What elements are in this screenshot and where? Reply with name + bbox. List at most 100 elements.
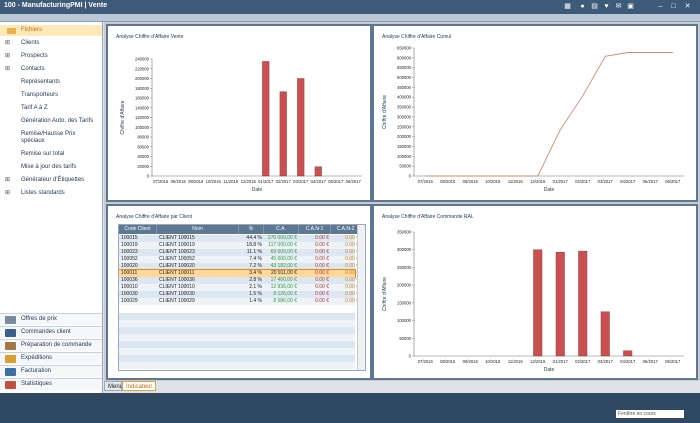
x-tick-label: 09/2016 — [463, 179, 479, 184]
table-row[interactable]: 100010 CLIENT 100010 2.1 % 12 936,00 € 0.00 … — [119, 284, 359, 291]
sidebar-item[interactable]: ⊞ Clients — [0, 38, 102, 49]
email-icon[interactable]: ✉ — [614, 2, 623, 11]
grid-icon[interactable]: ▦ — [563, 2, 572, 11]
grid-column-header[interactable]: % — [239, 225, 264, 234]
minimize-icon[interactable]: – — [656, 2, 665, 11]
table-cell: 0.00 € — [345, 235, 359, 241]
table-row[interactable]: 100036 CLIENT 100036 2.8 % 17 400,00 € 0.00 … — [119, 277, 359, 284]
x-tick-label: 07/2016 — [153, 179, 169, 184]
chart-ca-vente: 0 20000 40000 60000 80000 100000 120000 140000 1… — [120, 57, 362, 193]
x-tick-label: 02/2017 — [575, 359, 591, 364]
lock-icon[interactable]: ▣ — [626, 2, 635, 11]
eye-icon — [5, 316, 16, 324]
print-icon[interactable]: ▤ — [590, 2, 599, 11]
sidebar-item[interactable]: ⊞ Générateur d'Étiquettes — [0, 175, 102, 186]
table-row[interactable]: 100029 CLIENT 100029 1.4 % 8 586,00 € 0.00 €… — [119, 298, 359, 305]
table-cell: CLIENT 100020 — [159, 263, 195, 269]
sidebar-item[interactable]: Représentants — [0, 77, 102, 88]
x-tick-label: 03/2017 — [293, 179, 309, 184]
module-button[interactable]: Facturation — [0, 365, 102, 377]
sidebar-item[interactable]: Fichiers — [0, 25, 102, 36]
grid-column-header[interactable]: Code Client — [119, 225, 157, 234]
table-cell: 0.00 € — [315, 242, 329, 248]
panel-ca-client: Analyse Chiffre d'Affaire par Client Cod… — [106, 204, 372, 380]
table-cell: 0.00 € — [345, 284, 359, 290]
x-tick-label: 09/2016 — [188, 179, 204, 184]
module-button[interactable]: Commandes client — [0, 326, 102, 338]
expand-icon[interactable]: ⊞ — [5, 188, 10, 199]
module-button[interactable]: Offres de prix — [0, 313, 102, 325]
bar — [533, 249, 543, 357]
sidebar-item[interactable]: ⊞ Listes standards — [0, 188, 102, 199]
x-tick-label: 11/2016 — [508, 179, 523, 184]
expand-icon[interactable]: ⊞ — [5, 64, 10, 75]
tab-menu[interactable]: Menu — [104, 381, 123, 391]
table-row[interactable]: 100030 CLIENT 100030 1.5 % 9 126,00 € 0.00 €… — [119, 291, 359, 298]
table-row[interactable]: 100020 CLIENT 100020 7.2 % 43 182,00 € 0.00 … — [119, 263, 359, 270]
sidebar-item[interactable]: Génération Auto. des Tarifs — [0, 116, 102, 127]
sidebar-item[interactable]: ⊞ Prospects — [0, 51, 102, 62]
table-cell: 2.1 % — [249, 284, 262, 290]
sidebar-item[interactable]: Mise à jour des tarifs — [0, 162, 102, 173]
module-button[interactable]: Statistiques — [0, 378, 102, 390]
x-tick-label: 03/2017 — [598, 359, 614, 364]
table-cell: CLIENT 100030 — [159, 291, 195, 297]
grid-column-header[interactable]: Nom — [157, 225, 239, 234]
series-line — [425, 52, 673, 177]
table-row[interactable]: 100011 CLIENT 100011 3.4 % 20 911,00 € 0.00 … — [119, 269, 359, 278]
empty-row — [119, 362, 355, 369]
sidebar-item[interactable]: Remise sur total — [0, 149, 102, 160]
maximize-icon[interactable]: □ — [669, 2, 678, 11]
sidebar-item[interactable]: ⊞ Contacts — [0, 64, 102, 75]
x-axis-label: Date — [252, 187, 263, 193]
x-tick-label: 07/2016 — [418, 179, 434, 184]
table-row[interactable]: 100019 CLIENT 100019 18.8 % 117 000,00 € 0.0… — [119, 242, 359, 249]
grid-column-header[interactable]: C.A.N-1 — [299, 225, 331, 234]
expand-icon[interactable]: ⊞ — [5, 175, 10, 186]
grid-column-header[interactable]: C.A. — [264, 225, 299, 234]
expand-icon[interactable]: ⊞ — [5, 51, 10, 62]
y-tick-label: 500000 — [397, 75, 412, 80]
table-cell: 11.1 % — [246, 249, 262, 255]
empty-row — [119, 320, 355, 327]
x-tick-label: 04/2017 — [620, 179, 636, 184]
module-button[interactable]: Expéditions — [0, 352, 102, 364]
sidebar-item[interactable]: Remise/Hausse Prix spéciaux — [0, 130, 102, 147]
table-cell: 100019 — [121, 242, 138, 248]
y-tick-label: 80000 — [137, 135, 149, 140]
table-row[interactable]: 100052 CLIENT 100052 7.4 % 45 000,00 € 0.00 … — [119, 256, 359, 263]
heart-icon[interactable]: ♥ — [602, 2, 611, 11]
sidebar-item-label: Remise/Hausse Prix spéciaux — [21, 131, 76, 144]
table-cell: 8 586,00 € — [273, 298, 297, 304]
x-tick-label: 02/2017 — [575, 179, 591, 184]
table-cell: 20 911,00 € — [270, 270, 297, 276]
window-selector[interactable]: Fenêtre en cours — [616, 410, 684, 418]
dashboard: Analyse Chiffre d'Affaire Vente 0 20000 40… — [104, 22, 700, 381]
sidebar-item[interactable]: Transporteurs — [0, 90, 102, 101]
grid-scrollbar[interactable] — [357, 225, 365, 370]
module-button[interactable]: Préparation de commande — [0, 339, 102, 351]
sidebar-item[interactable]: Tarif A à Z — [0, 103, 102, 114]
table-cell: 0.00 € — [315, 235, 329, 241]
y-axis-label: Chiffre d'Affaire — [382, 277, 388, 311]
empty-row — [119, 348, 355, 355]
table-row[interactable]: 100015 CLIENT 100015 44.4 % 270 000,00 € 0.0… — [119, 235, 359, 242]
user-icon[interactable]: ● — [578, 2, 587, 11]
table-cell: CLIENT 100015 — [159, 235, 195, 241]
table-cell: 0.00 € — [345, 263, 359, 269]
y-tick-label: 150000 — [397, 144, 412, 149]
document-icon — [5, 329, 16, 337]
table-cell: 0.00 € — [345, 242, 359, 248]
client-grid[interactable]: Code Client Nom% C.A. C.A.N-1 C.A.N-2 100015… — [118, 224, 366, 371]
table-row[interactable]: 100023 CLIENT 100023 11.1 % 69 000,00 € 0.00… — [119, 249, 359, 256]
bar — [600, 311, 610, 357]
table-cell: 0.00 € — [315, 291, 329, 297]
table-cell: 3.4 % — [249, 270, 262, 276]
y-axis-label: Chiffre d'Affaire — [120, 100, 126, 134]
box-icon — [5, 342, 16, 350]
chart-ca-cumul: 0 50000 100000 150000 200000 250000 300000 3500… — [382, 46, 684, 193]
x-tick-label: 02/2017 — [276, 179, 292, 184]
expand-icon[interactable]: ⊞ — [5, 38, 10, 49]
tab-indicateur[interactable]: Indicateur — [122, 381, 156, 391]
close-icon[interactable]: ✕ — [683, 2, 692, 11]
